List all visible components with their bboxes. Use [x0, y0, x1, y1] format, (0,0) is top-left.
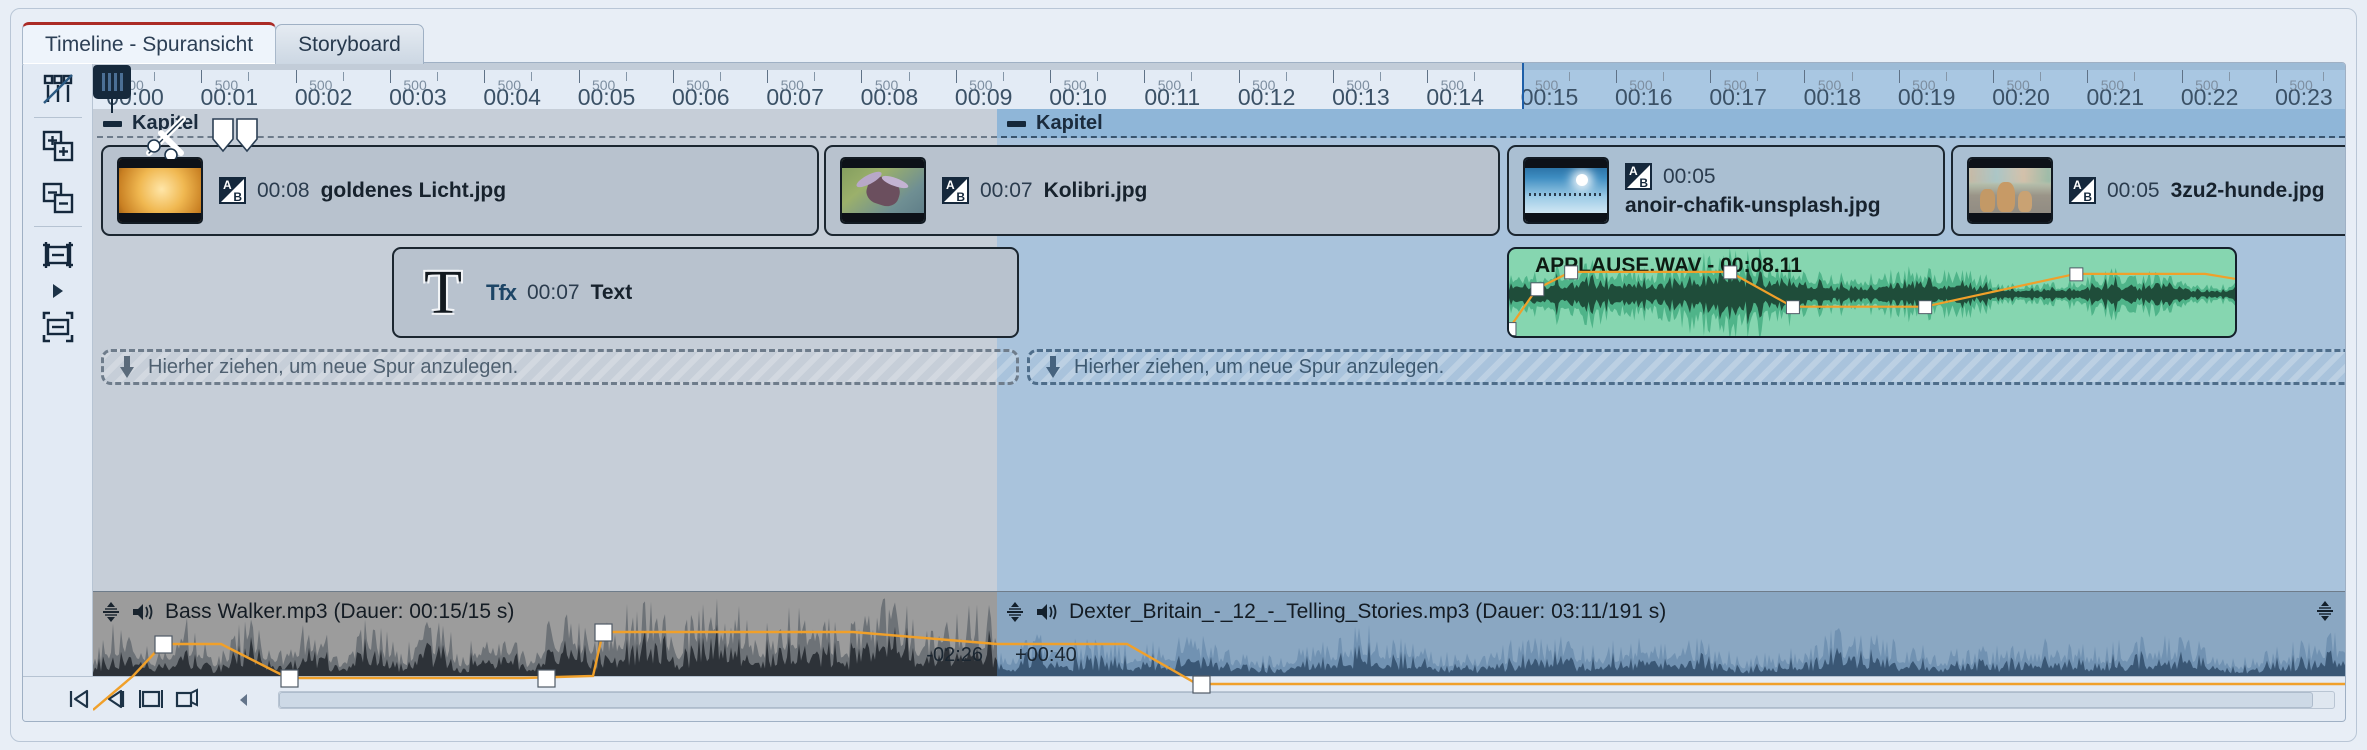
text-glyph-icon: T [424, 258, 462, 327]
scissors-icon[interactable] [141, 115, 195, 164]
volume-envelope[interactable] [93, 592, 997, 722]
timeline-window: Timeline - Spuransicht Storyboard 00:00 … [0, 0, 2367, 750]
playhead-scrubber[interactable] [93, 65, 131, 113]
clip-duration: 00:07 [527, 280, 580, 304]
text-clip[interactable]: T Tfx 00:07 Text [392, 247, 1019, 338]
toolbar-divider-2 [33, 226, 82, 227]
clip-duration: 00:05 [2107, 178, 2160, 202]
object-mode-icon[interactable] [23, 63, 93, 115]
clip-thumbnail [840, 157, 926, 224]
toolbar-divider-1 [33, 117, 82, 118]
clip-info: AB 00:08 goldenes Licht.jpg [219, 177, 506, 204]
timeline-ruler[interactable]: 00:00 500 00:01 500 00:02 500 00:03 500 00:04 500… [93, 63, 2345, 110]
ab-transition-icon: AB [2069, 177, 2096, 204]
clip-name: anoir-chafik-unsplash.jpg [1625, 194, 1881, 217]
jump-start-button[interactable] [65, 686, 93, 712]
fit-height-icon[interactable] [23, 229, 93, 281]
dropzone-new-track-right[interactable]: Hierher ziehen, um neue Spur anzulegen. [1027, 349, 2345, 385]
dropzone-new-track-left[interactable]: Hierher ziehen, um neue Spur anzulegen. [101, 349, 1019, 385]
ab-transition-icon: AB [942, 177, 969, 204]
dropzone-label: Hierher ziehen, um neue Spur anzulegen. [148, 355, 519, 378]
clip-info: AB 00:05 anoir-chafik-unsplash.jpg [1625, 163, 1881, 218]
clip-duration: 00:05 [1663, 164, 1716, 188]
chapter-collapse-icon[interactable] [103, 120, 122, 127]
audio-track-2[interactable]: Dexter_Britain_-_12_-_Telling_Stories.mp… [997, 591, 2345, 722]
video-clip-4[interactable]: AB 00:05 3zu2-hunde.jpg [1951, 145, 2345, 236]
selection-start-line [1521, 63, 1524, 109]
clip-name: Kolibri.jpg [1043, 178, 1148, 202]
video-clip-2[interactable]: AB 00:07 Kolibri.jpg [824, 145, 1500, 236]
zoom-in-icon[interactable] [23, 120, 93, 172]
zoom-out-icon[interactable] [23, 172, 93, 224]
ab-transition-icon: AB [219, 177, 246, 204]
ruler-selection-top-strip [1521, 63, 2345, 70]
clip-thumbnail [1523, 157, 1609, 224]
fit-all-icon[interactable] [23, 301, 93, 353]
tab-storyboard-label: Storyboard [298, 32, 401, 56]
master-audio-tracks: Bass Walker.mp3 (Dauer: 00:15/15 s) -02:… [93, 591, 2345, 722]
timeline-area: 00:00 500 00:01 500 00:02 500 00:03 500 00:04 500… [22, 62, 2346, 722]
in-out-range-markers[interactable] [211, 117, 259, 160]
clip-duration: 00:07 [980, 178, 1033, 202]
clip-name: Text [590, 280, 633, 304]
toolbar-expand-arrow[interactable] [23, 281, 93, 301]
audio-track-1[interactable]: Bass Walker.mp3 (Dauer: 00:15/15 s) -02:… [93, 591, 997, 722]
chapter-marker-2[interactable]: Kapitel [997, 109, 2345, 138]
arrow-down-icon [1046, 356, 1060, 378]
trim-offset-left: -02:26 [926, 644, 983, 666]
tab-storyboard[interactable]: Storyboard [275, 24, 424, 64]
clip-name: goldenes Licht.jpg [320, 178, 507, 202]
trim-offset-right: +00:40 [1015, 644, 1077, 666]
arrow-down-icon [120, 356, 134, 378]
text-fx-icon: Tfx [486, 279, 517, 305]
clip-info: AB 00:05 3zu2-hunde.jpg [2069, 177, 2325, 204]
clip-thumbnail [117, 157, 203, 224]
volume-envelope[interactable] [1509, 249, 2235, 338]
video-clip-3[interactable]: AB 00:05 anoir-chafik-unsplash.jpg [1507, 145, 1945, 236]
volume-envelope[interactable] [997, 592, 2345, 722]
clip-info: AB 00:07 Kolibri.jpg [942, 177, 1147, 204]
clip-thumbnail [1967, 157, 2053, 224]
ab-transition-icon: AB [1625, 163, 1652, 190]
chapter-label-2: Kapitel [1036, 112, 1103, 134]
video-clip-1[interactable]: AB 00:08 goldenes Licht.jpg [101, 145, 819, 236]
clip-name: 3zu2-hunde.jpg [2170, 178, 2325, 202]
tab-timeline-label: Timeline - Spuransicht [45, 32, 254, 56]
timeline-toolbar [23, 63, 93, 678]
audio-clip-applause[interactable]: APPLAUSE.WAV - 00:08.11 [1507, 247, 2237, 338]
view-tabs: Timeline - Spuransicht Storyboard [22, 22, 424, 64]
clip-duration: 00:08 [257, 178, 310, 202]
clip-info: Tfx 00:07 Text [486, 280, 632, 306]
dropzone-label: Hierher ziehen, um neue Spur anzulegen. [1074, 355, 1445, 378]
resize-vertical-icon-right[interactable] [2315, 600, 2335, 622]
tab-timeline[interactable]: Timeline - Spuransicht [22, 22, 277, 64]
chapter-collapse-icon[interactable] [1007, 120, 1026, 127]
